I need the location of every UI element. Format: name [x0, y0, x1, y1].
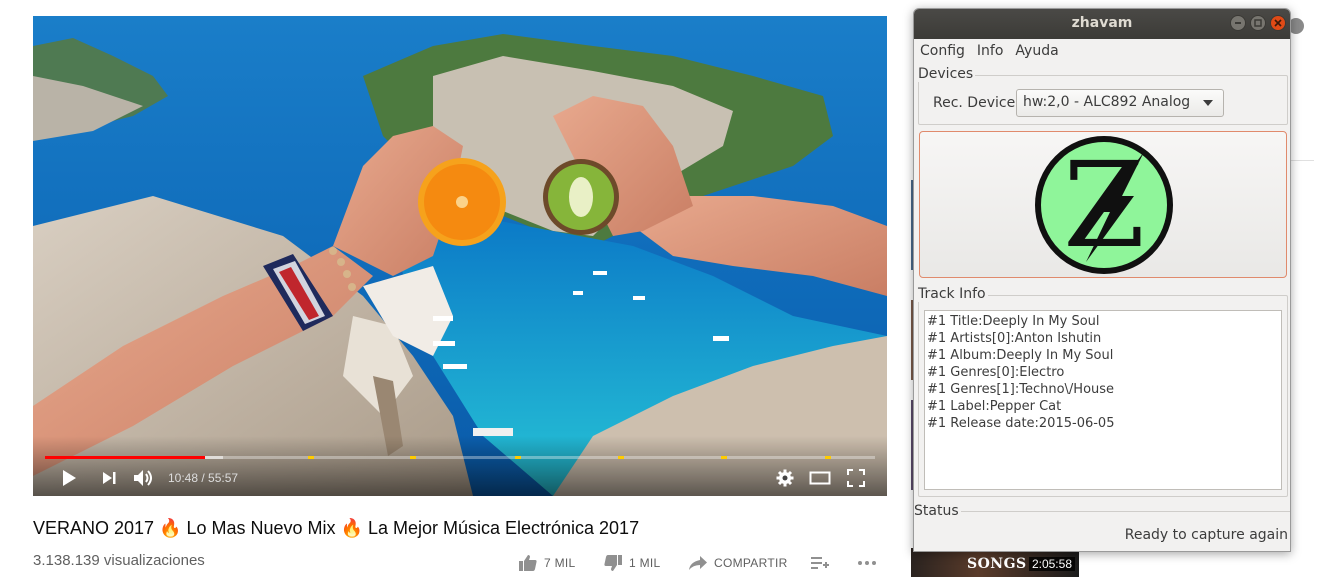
- rec-device-label: Rec. Device: [933, 95, 1016, 111]
- video-player[interactable]: 10:48 / 55:57: [33, 16, 887, 496]
- track-info-label: Track Info: [918, 286, 988, 302]
- theater-mode-button[interactable]: [808, 466, 832, 490]
- track-info-line: #1 Genres[0]:Electro: [927, 365, 1065, 380]
- video-frame-image: [33, 16, 887, 496]
- dropdown-arrow-icon: [1203, 100, 1213, 106]
- thumbs-down-icon: [604, 555, 622, 571]
- zhavam-logo-icon: Z: [1035, 136, 1173, 274]
- current-time: 10:48: [168, 471, 199, 485]
- sidebar-video-thumbnail[interactable]: SONGS 2:05:58: [911, 548, 1079, 577]
- play-button[interactable]: [57, 466, 81, 490]
- chapter-marker: [410, 456, 417, 459]
- window-titlebar[interactable]: zhavam: [914, 9, 1290, 39]
- sidebar-divider: [1290, 160, 1314, 161]
- dislike-count: 1 MIL: [629, 556, 661, 570]
- rec-device-select[interactable]: hw:2,0 - ALC892 Analog: [1016, 89, 1224, 117]
- more-horizontal-icon: [858, 561, 876, 565]
- skip-next-icon: [103, 472, 116, 484]
- like-count: 7 MIL: [544, 556, 576, 570]
- playlist-add-icon: [811, 557, 829, 569]
- thumbnail-text: SONGS: [967, 556, 1027, 572]
- video-title: VERANO 2017 🔥 Lo Mas Nuevo Mix 🔥 La Mejo…: [33, 518, 640, 538]
- volume-button[interactable]: [132, 466, 156, 490]
- share-icon: [689, 556, 707, 570]
- thumbs-up-icon: [519, 555, 537, 571]
- gear-icon: [776, 469, 794, 487]
- share-label: COMPARTIR: [714, 556, 788, 570]
- next-button[interactable]: [97, 466, 121, 490]
- volume-icon: [134, 470, 152, 486]
- menu-bar: Config Info Ayuda: [914, 39, 1290, 63]
- desktop-screen: 10:48 / 55:57 VERANO 2017 🔥 Lo Mas Nuevo…: [0, 0, 1335, 577]
- status-separator: [914, 511, 1290, 512]
- progress-played: [45, 456, 206, 459]
- view-count: 3.138.139 visualizaciones: [33, 552, 205, 569]
- devices-label: Devices: [918, 66, 976, 82]
- track-info-line: #1 Label:Pepper Cat: [927, 399, 1062, 414]
- track-info-line: #1 Release date:2015-06-05: [927, 416, 1115, 431]
- menu-ayuda[interactable]: Ayuda: [1015, 43, 1058, 59]
- window-title: zhavam: [1071, 15, 1133, 31]
- more-actions-button[interactable]: [857, 553, 877, 573]
- track-info-line: #1 Album:Deeply In My Soul: [927, 348, 1114, 363]
- status-label: Status: [914, 503, 961, 519]
- share-button[interactable]: COMPARTIR: [688, 553, 788, 573]
- progress-bar[interactable]: [45, 456, 875, 459]
- capture-logo-button[interactable]: Z: [919, 131, 1287, 278]
- menu-info[interactable]: Info: [977, 43, 1004, 59]
- track-info-line: #1 Artists[0]:Anton Ishutin: [927, 331, 1102, 346]
- controls-gradient: [33, 436, 887, 496]
- thumbnail-duration: 2:05:58: [1028, 557, 1075, 571]
- fullscreen-button[interactable]: [844, 466, 868, 490]
- chapter-marker: [308, 456, 315, 459]
- chapter-marker: [825, 456, 832, 459]
- status-text: Ready to capture again: [1124, 527, 1288, 543]
- track-info-line: #1 Genres[1]:Techno\/House: [927, 382, 1115, 397]
- like-button[interactable]: 7 MIL: [518, 553, 576, 573]
- fullscreen-icon: [847, 469, 865, 487]
- chapter-marker: [617, 456, 624, 459]
- settings-button[interactable]: [773, 466, 797, 490]
- chapter-marker: [720, 456, 727, 459]
- add-to-playlist-button[interactable]: [810, 553, 830, 573]
- chapter-marker: [514, 456, 521, 459]
- time-separator: /: [198, 471, 209, 485]
- time-display: 10:48 / 55:57: [168, 471, 238, 485]
- zhavam-window: zhavam Config Info Ayuda Devices Rec. De…: [913, 8, 1291, 552]
- theater-mode-icon: [809, 471, 831, 485]
- rec-device-value: hw:2,0 - ALC892 Analog: [1023, 94, 1191, 110]
- menu-config[interactable]: Config: [920, 43, 965, 59]
- track-info-line: #1 Title:Deeply In My Soul: [927, 314, 1100, 329]
- duration: 55:57: [208, 471, 239, 485]
- track-info-textview[interactable]: #1 Title:Deeply In My Soul #1 Artists[0]:…: [924, 310, 1282, 490]
- play-icon: [63, 470, 76, 486]
- dislike-button[interactable]: 1 MIL: [603, 553, 661, 573]
